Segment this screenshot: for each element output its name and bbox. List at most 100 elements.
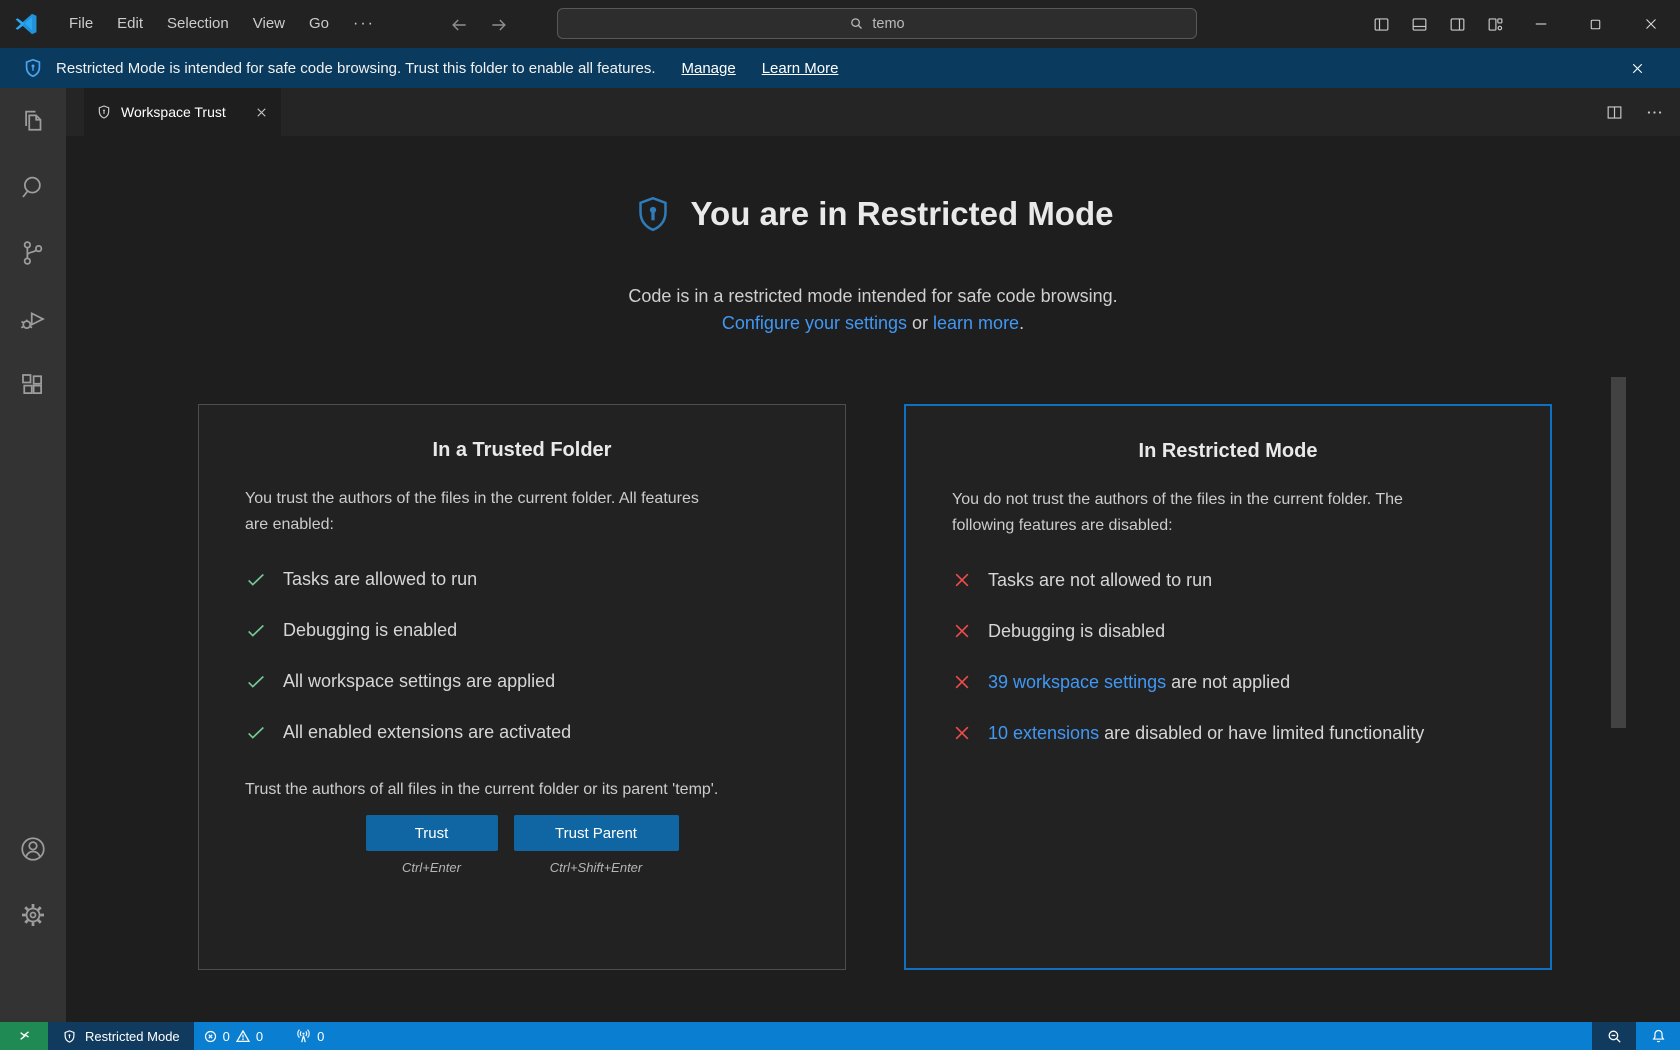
toggle-primary-sidebar-icon[interactable] — [1362, 0, 1400, 48]
menu-more-button[interactable]: ··· — [341, 15, 387, 33]
page-title: You are in Restricted Mode — [691, 195, 1114, 233]
maximize-button[interactable] — [1568, 0, 1622, 48]
minimize-button[interactable] — [1514, 0, 1568, 48]
subtitle-or: or — [907, 313, 933, 333]
search-icon — [849, 16, 864, 31]
zoom-out-indicator[interactable] — [1592, 1022, 1636, 1050]
toggle-secondary-sidebar-icon[interactable] — [1438, 0, 1476, 48]
banner-manage-link[interactable]: Manage — [682, 60, 736, 77]
trusted-feature-list: Tasks are allowed to run Debugging is en… — [245, 566, 799, 746]
search-icon[interactable] — [0, 154, 66, 220]
navigate-back-icon[interactable] — [446, 12, 472, 38]
titlebar: File Edit Selection View Go ··· temo — [0, 0, 1680, 48]
check-icon — [245, 722, 267, 744]
command-center-search[interactable]: temo — [557, 8, 1197, 39]
remote-indicator[interactable] — [0, 1022, 48, 1050]
menu-view[interactable]: View — [241, 0, 297, 48]
subtitle-line1: Code is in a restricted mode intended fo… — [66, 283, 1680, 310]
ports-indicator[interactable]: 0 — [286, 1022, 333, 1050]
menu-edit[interactable]: Edit — [105, 0, 155, 48]
command-center-text: temo — [872, 16, 904, 32]
banner-learn-more-link[interactable]: Learn More — [762, 60, 839, 77]
workspace-trust-shield-icon — [633, 192, 673, 236]
run-debug-icon[interactable] — [0, 286, 66, 352]
customize-layout-icon[interactable] — [1476, 0, 1514, 48]
zoom-out-icon — [1606, 1028, 1623, 1045]
notifications-bell-icon[interactable] — [1636, 1022, 1680, 1050]
subtitle-line2: Configure your settings or learn more. — [66, 310, 1680, 337]
restricted-feature-list: Tasks are not allowed to run Debugging i… — [952, 567, 1504, 747]
explorer-icon[interactable] — [0, 88, 66, 154]
restricted-card-title: In Restricted Mode — [952, 440, 1504, 463]
tab-close-icon[interactable] — [254, 105, 269, 120]
error-count: 0 — [223, 1029, 230, 1044]
trust-parent-button[interactable]: Trust Parent — [514, 815, 679, 851]
list-item: Debugging is disabled — [952, 618, 1504, 645]
menu-selection[interactable]: Selection — [155, 0, 241, 48]
trusted-card-title: In a Trusted Folder — [245, 439, 799, 462]
close-window-button[interactable] — [1622, 0, 1680, 48]
navigate-forward-icon[interactable] — [486, 12, 512, 38]
toggle-panel-icon[interactable] — [1400, 0, 1438, 48]
trust-heading: You are in Restricted Mode — [66, 192, 1680, 236]
x-icon — [952, 621, 972, 641]
feature-text: Tasks are not allowed to run — [988, 567, 1212, 594]
shield-icon — [22, 57, 44, 79]
trust-buttons-row: Trust Ctrl+Enter Trust Parent Ctrl+Shift… — [245, 815, 799, 875]
feature-text: All workspace settings are applied — [283, 668, 555, 695]
feature-text: Debugging is enabled — [283, 617, 457, 644]
activity-bar — [0, 88, 66, 1022]
vscode-logo-icon — [13, 11, 39, 37]
x-icon — [952, 570, 972, 590]
trust-button[interactable]: Trust — [366, 815, 498, 851]
settings-gear-icon[interactable] — [0, 882, 66, 948]
list-item: 10 extensions are disabled or have limit… — [952, 720, 1504, 747]
workspace-settings-link[interactable]: 39 workspace settings — [988, 672, 1166, 692]
restricted-card-description: You do not trust the authors of the file… — [952, 487, 1467, 539]
menu-file[interactable]: File — [57, 0, 105, 48]
list-item: All enabled extensions are activated — [245, 719, 799, 746]
more-actions-icon[interactable] — [1642, 100, 1666, 124]
trust-parent-shortcut: Ctrl+Shift+Enter — [550, 860, 643, 875]
extensions-icon[interactable] — [0, 352, 66, 418]
tab-workspace-trust[interactable]: Workspace Trust — [84, 88, 281, 136]
problems-indicator[interactable]: 0 0 — [194, 1022, 272, 1050]
list-item: Tasks are allowed to run — [245, 566, 799, 593]
status-bar: Restricted Mode 0 0 0 — [0, 1022, 1680, 1050]
feature-text: 10 extensions are disabled or have limit… — [988, 720, 1424, 747]
banner-close-icon[interactable] — [1626, 57, 1648, 79]
vscode-window: File Edit Selection View Go ··· temo — [0, 0, 1680, 1050]
shield-icon — [62, 1029, 77, 1044]
extensions-link[interactable]: 10 extensions — [988, 723, 1099, 743]
configure-settings-link[interactable]: Configure your settings — [722, 313, 907, 333]
source-control-icon[interactable] — [0, 220, 66, 286]
restricted-mode-banner: Restricted Mode is intended for safe cod… — [0, 48, 1680, 88]
split-editor-icon[interactable] — [1602, 100, 1626, 124]
trusted-card-description: You trust the authors of the files in th… — [245, 486, 725, 538]
restricted-mode-card: In Restricted Mode You do not trust the … — [904, 404, 1552, 970]
trust-shortcut: Ctrl+Enter — [402, 860, 461, 875]
list-item: 39 workspace settings are not applied — [952, 669, 1504, 696]
subtitle-period: . — [1019, 313, 1024, 333]
trusted-folder-card: In a Trusted Folder You trust the author… — [198, 404, 846, 970]
banner-message: Restricted Mode is intended for safe cod… — [56, 60, 656, 77]
editor-scrollbar[interactable] — [1611, 377, 1626, 728]
learn-more-link[interactable]: learn more — [933, 313, 1019, 333]
feature-text: 39 workspace settings are not applied — [988, 669, 1290, 696]
status-bar-right — [1592, 1022, 1680, 1050]
list-item: All workspace settings are applied — [245, 668, 799, 695]
feature-text: Debugging is disabled — [988, 618, 1165, 645]
menubar: File Edit Selection View Go ··· — [57, 0, 387, 48]
warning-count: 0 — [256, 1029, 263, 1044]
list-item: Debugging is enabled — [245, 617, 799, 644]
editor-tab-bar: Workspace Trust — [66, 88, 1680, 136]
remote-icon — [15, 1027, 33, 1045]
trust-note: Trust the authors of all files in the cu… — [245, 776, 799, 803]
accounts-icon[interactable] — [0, 816, 66, 882]
trust-subtitle: Code is in a restricted mode intended fo… — [66, 283, 1680, 337]
status-restricted-mode[interactable]: Restricted Mode — [48, 1022, 194, 1050]
list-item: Tasks are not allowed to run — [952, 567, 1504, 594]
menu-go[interactable]: Go — [297, 0, 341, 48]
window-controls — [1362, 0, 1680, 48]
radio-tower-icon — [295, 1028, 312, 1045]
